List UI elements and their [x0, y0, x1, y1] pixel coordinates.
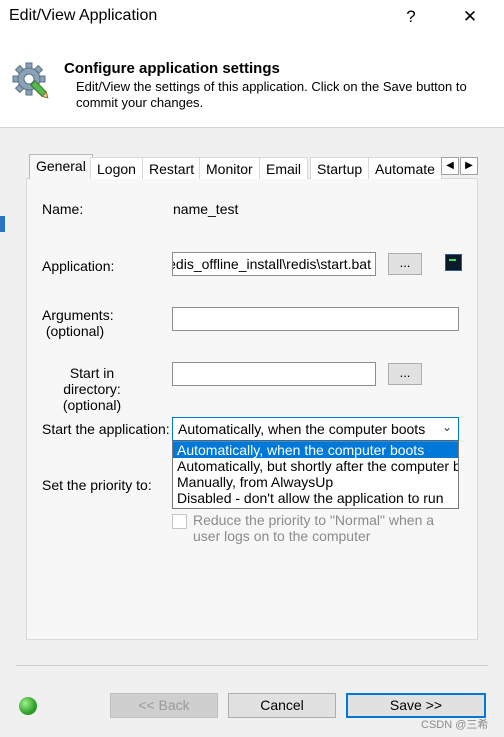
tab-restart[interactable]: Restart	[142, 157, 202, 179]
dropdown-option[interactable]: Automatically, when the computer boots	[173, 442, 458, 458]
start-directory-label-text: Start in directory:	[63, 365, 121, 397]
tab-automate[interactable]: Automate	[368, 157, 442, 179]
footer-divider	[16, 665, 488, 666]
reduce-priority-label: Reduce the priority to "Normal" when a u…	[193, 512, 435, 544]
background-window-edge	[0, 216, 5, 232]
cancel-button[interactable]: Cancel	[228, 693, 336, 718]
start-application-selected: Automatically, when the computer boots	[178, 421, 426, 437]
tab-scroll-right-icon[interactable]: ▶	[460, 157, 478, 175]
window-title: Edit/View Application	[9, 7, 158, 24]
console-icon[interactable]	[445, 254, 462, 271]
application-browse-button[interactable]: ...	[388, 253, 422, 275]
close-button[interactable]: ✕	[447, 0, 493, 34]
tab-general[interactable]: General	[29, 154, 93, 179]
tab-email[interactable]: Email	[259, 157, 309, 179]
header-title: Configure application settings	[64, 60, 280, 77]
start-directory-browse-button[interactable]: ...	[388, 363, 422, 385]
tab-scroll-left-icon[interactable]: ◀	[441, 157, 459, 175]
dropdown-option[interactable]: Manually, from AlwaysUp	[173, 474, 458, 490]
start-directory-label: Start in directory: (optional)	[42, 365, 142, 413]
start-application-select[interactable]: Automatically, when the computer boots ⌄	[172, 417, 459, 441]
application-input[interactable]: redis_offline_install\redis\start.bat	[172, 252, 376, 276]
status-indicator-icon	[19, 697, 37, 715]
arguments-input[interactable]	[172, 307, 459, 331]
save-button[interactable]: Save >>	[346, 693, 486, 718]
dropdown-option[interactable]: Automatically, but shortly after the com…	[173, 458, 458, 474]
arguments-label: Arguments: (optional)	[42, 307, 114, 339]
application-value: redis_offline_install\redis\start.bat	[172, 256, 371, 272]
dropdown-option[interactable]: Disabled - don't allow the application t…	[173, 490, 458, 506]
priority-label: Set the priority to:	[42, 477, 152, 493]
header-description: Edit/View the settings of this applicati…	[76, 79, 467, 110]
tab-logon[interactable]: Logon	[90, 157, 143, 179]
title-bar: Edit/View Application ? ✕	[0, 0, 504, 34]
back-button[interactable]: << Back	[110, 693, 218, 718]
watermark: CSDN @三希	[421, 719, 489, 731]
help-button[interactable]: ?	[388, 0, 434, 34]
application-label: Application:	[42, 258, 115, 274]
start-directory-optional-text: (optional)	[62, 397, 122, 413]
settings-gear-icon	[10, 60, 52, 102]
name-value: name_test	[173, 201, 239, 217]
reduce-priority-checkbox[interactable]	[172, 514, 187, 529]
header-banner: Configure application settings Edit/View…	[0, 34, 504, 128]
chevron-down-icon[interactable]: ⌄	[442, 420, 452, 434]
start-directory-input[interactable]	[172, 362, 376, 386]
tab-startup[interactable]: Startup	[310, 157, 370, 179]
tab-monitor[interactable]: Monitor	[199, 157, 260, 179]
arguments-optional-text: (optional)	[45, 323, 105, 339]
arguments-label-text: Arguments:	[42, 307, 114, 323]
start-application-dropdown: Automatically, when the computer boots A…	[172, 441, 459, 509]
start-application-label: Start the application:	[42, 421, 170, 437]
name-label: Name:	[42, 201, 84, 217]
